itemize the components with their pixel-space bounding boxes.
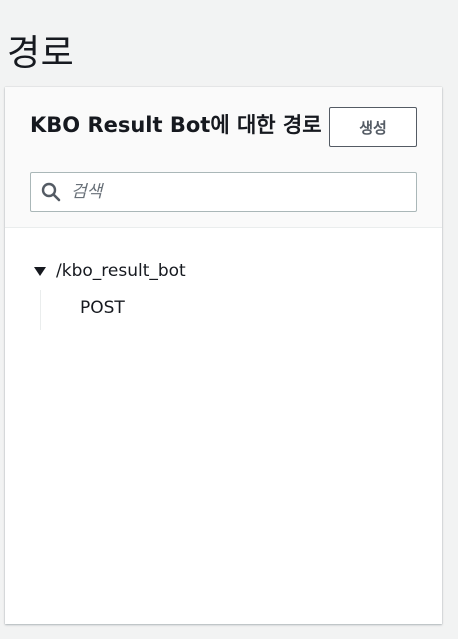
tree-node-kbo-result-bot[interactable]: /kbo_result_bot	[32, 260, 186, 282]
panel-title: KBO Result Bot에 대한 경로	[30, 113, 322, 137]
tree-guide-line	[40, 290, 41, 330]
method-item-post[interactable]: POST	[80, 298, 125, 318]
create-button[interactable]: 생성	[329, 107, 417, 147]
page-title: 경로	[7, 33, 75, 75]
caret-down-icon[interactable]	[32, 263, 48, 279]
search-box[interactable]	[30, 172, 417, 212]
panel-header: KBO Result Bot에 대한 경로 생성	[5, 87, 442, 228]
search-input[interactable]	[71, 173, 411, 211]
resources-panel: KBO Result Bot에 대한 경로 생성 /kbo_result_bot…	[5, 87, 442, 624]
resource-path-label: /kbo_result_bot	[56, 261, 186, 281]
search-icon	[41, 182, 61, 202]
